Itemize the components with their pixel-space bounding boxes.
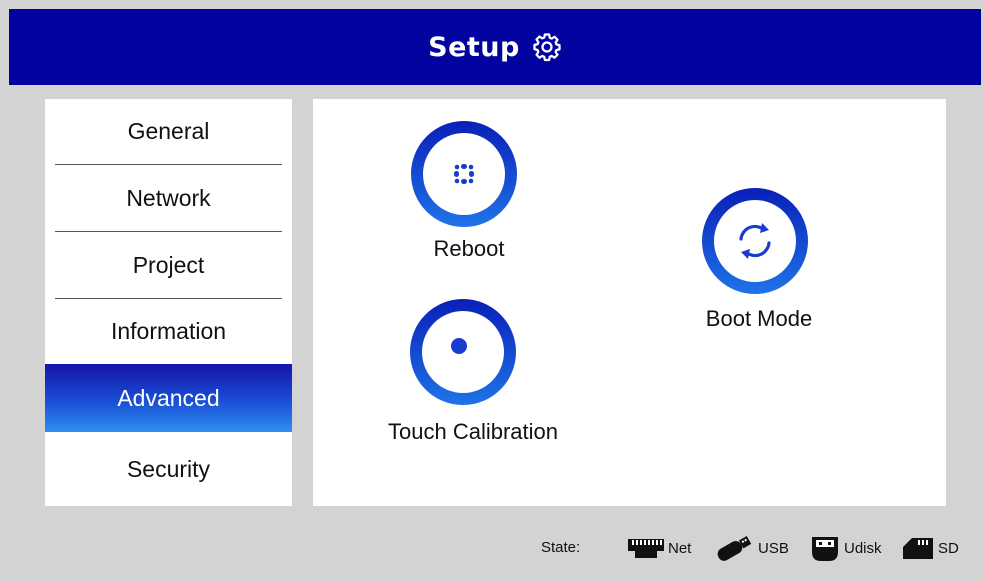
reboot-label: Reboot: [433, 236, 505, 261]
sidebar-item-project[interactable]: Project: [45, 232, 292, 298]
touch-calibration-button[interactable]: Touch Calibration: [353, 289, 613, 459]
reboot-icon: [454, 164, 474, 184]
status-udisk-label: Udisk: [844, 539, 882, 557]
sidebar-item-label: Project: [132, 251, 205, 278]
sidebar-item-advanced[interactable]: Advanced: [45, 364, 292, 432]
sd-card-icon: [903, 538, 933, 559]
sidebar-item-information[interactable]: Information: [45, 299, 292, 364]
boot-mode-label: Boot Mode: [705, 306, 813, 331]
refresh-cycle-icon: [739, 223, 771, 259]
reboot-button[interactable]: Reboot: [313, 99, 643, 279]
sidebar-item-general[interactable]: General: [45, 99, 292, 164]
status-usb-label: USB: [758, 539, 789, 557]
status-udisk: Udisk: [810, 534, 882, 562]
sidebar: General Network Project Information Adva…: [45, 99, 292, 506]
status-net-label: Net: [668, 539, 692, 557]
sidebar-item-security[interactable]: Security: [45, 436, 292, 502]
reboot-ring: [411, 121, 517, 227]
udisk-icon: [812, 537, 838, 561]
ethernet-port-icon: [628, 539, 664, 558]
status-bar: State: Net USB Udisk SD: [0, 520, 984, 580]
touch-calibration-ring: [410, 299, 516, 405]
usb-drive-icon: [717, 536, 752, 561]
sidebar-item-label: Advanced: [117, 384, 220, 411]
state-label: State:: [541, 539, 581, 556]
sidebar-item-network[interactable]: Network: [45, 165, 292, 231]
touch-calibration-icon: [451, 338, 467, 354]
sidebar-item-label: Information: [110, 318, 227, 344]
status-net: Net: [628, 534, 691, 562]
status-usb: USB: [714, 534, 789, 562]
status-sd: SD: [902, 534, 959, 562]
sidebar-item-label: Network: [126, 184, 211, 211]
advanced-panel: Reboot Boot Mode Touch Calibration: [313, 99, 946, 506]
title-bar: Setup: [9, 9, 981, 85]
boot-mode-button[interactable]: Boot Mode: [673, 169, 853, 339]
page-title: Setup: [428, 31, 520, 63]
sidebar-item-label: Security: [126, 455, 211, 482]
touch-calibration-label: Touch Calibration: [388, 419, 558, 444]
sidebar-item-label: General: [127, 118, 210, 144]
gear-icon: [533, 33, 561, 62]
boot-mode-ring: [702, 188, 808, 294]
status-sd-label: SD: [938, 539, 959, 557]
